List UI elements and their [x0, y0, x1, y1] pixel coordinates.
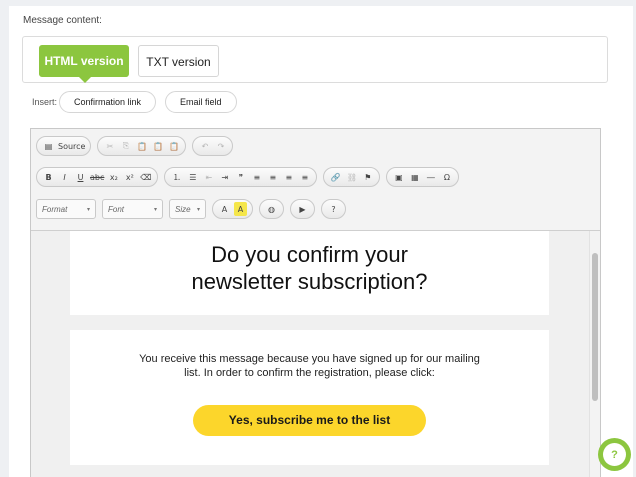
email-body-line-2: list. In order to confirm the registrati… — [184, 367, 435, 379]
paste-text-icon[interactable]: 📋 — [151, 139, 164, 153]
align-center-icon[interactable]: ≡ — [266, 170, 279, 184]
link-icon[interactable]: 🔗 — [329, 170, 342, 184]
align-right-icon[interactable]: ≡ — [282, 170, 295, 184]
chevron-down-icon: ▾ — [196, 206, 200, 213]
toolbar-row-1: ▤ Source ✂ ⎘ 📋 📋 📋 ↶ ↷ — [36, 136, 234, 156]
indent-icon[interactable]: ⇥ — [218, 170, 231, 184]
background-color-icon[interactable]: A — [234, 202, 247, 216]
outdent-icon[interactable]: ⇤ — [202, 170, 215, 184]
links-group: 🔗 ⛓ ⚑ — [323, 167, 381, 187]
underline-icon[interactable]: U — [74, 170, 87, 184]
editor-content[interactable]: Do you confirm your newsletter subscript… — [31, 231, 590, 477]
bold-icon[interactable]: B — [42, 170, 55, 184]
blockquote-icon[interactable]: ❞ — [234, 170, 247, 184]
horizontal-rule-icon[interactable]: ― — [424, 170, 437, 184]
format-label: Format — [42, 204, 68, 214]
special-char-icon[interactable]: Ω — [440, 170, 453, 184]
message-content-label: Message content: — [23, 15, 102, 26]
font-dropdown[interactable]: Font ▾ — [102, 199, 163, 219]
toolbar-row-3: Format ▾ Font ▾ Size ▾ A A ◍ ▶ ? — [36, 199, 346, 219]
insert-group: ▣ ▦ ― Ω — [386, 167, 460, 187]
format-dropdown[interactable]: Format ▾ — [36, 199, 96, 219]
insert-confirmation-link-button[interactable]: Confirmation link — [59, 91, 157, 113]
source-label: Source — [58, 141, 86, 151]
paste-icon[interactable]: 📋 — [135, 139, 148, 153]
help-button: ? — [321, 199, 346, 219]
youtube-icon[interactable]: ▶ — [296, 202, 309, 216]
source-icon: ▤ — [44, 141, 53, 151]
colors-group: A A — [212, 199, 253, 219]
table-icon[interactable]: ▦ — [408, 170, 421, 184]
undo-icon[interactable]: ↶ — [198, 139, 211, 153]
question-mark-icon: ? — [603, 443, 626, 466]
video-button: ▶ — [290, 199, 315, 219]
email-heading-line-2: newsletter subscription? — [191, 269, 428, 294]
toolbar-row-2: B I U abc x₂ x² ⌫ ⒈ ☰ ⇤ ⇥ ❞ ≡ ≡ ≡ ≡ 🔗 ⛓ … — [36, 167, 460, 187]
image-icon[interactable]: ▣ — [392, 170, 405, 184]
subscribe-cta-button[interactable]: Yes, subscribe me to the list — [193, 405, 426, 436]
tab-txt-version[interactable]: TXT version — [138, 45, 219, 77]
chevron-down-icon: ▾ — [86, 206, 90, 213]
anchor-flag-icon[interactable]: ⚑ — [361, 170, 374, 184]
font-label: Font — [108, 204, 125, 214]
size-label: Size — [175, 204, 191, 214]
insert-label: Insert: — [32, 97, 58, 107]
email-header-block: Do you confirm your newsletter subscript… — [70, 231, 549, 315]
ordered-list-icon[interactable]: ⒈ — [170, 170, 183, 184]
scrollbar-thumb[interactable] — [592, 253, 598, 401]
align-left-icon[interactable]: ≡ — [250, 170, 263, 184]
history-group: ↶ ↷ — [192, 136, 234, 156]
remove-format-icon[interactable]: ⌫ — [139, 170, 152, 184]
strikethrough-icon[interactable]: abc — [90, 170, 104, 184]
copy-icon[interactable]: ⎘ — [119, 139, 132, 153]
size-dropdown[interactable]: Size ▾ — [169, 199, 206, 219]
justify-icon[interactable]: ≡ — [298, 170, 311, 184]
email-heading: Do you confirm your newsletter subscript… — [70, 241, 549, 295]
paste-word-icon[interactable]: 📋 — [167, 139, 180, 153]
globe-icon[interactable]: ◍ — [265, 202, 278, 216]
help-widget-button[interactable]: ? — [598, 438, 631, 471]
cut-icon[interactable]: ✂ — [103, 139, 116, 153]
editor-scrollbar[interactable] — [589, 231, 600, 477]
help-icon[interactable]: ? — [327, 202, 340, 216]
paragraph-group: ⒈ ☰ ⇤ ⇥ ❞ ≡ ≡ ≡ ≡ — [164, 167, 318, 187]
source-button[interactable]: ▤ Source — [36, 136, 92, 156]
subscript-icon[interactable]: x₂ — [107, 170, 120, 184]
superscript-icon[interactable]: x² — [123, 170, 136, 184]
redo-icon[interactable]: ↷ — [214, 139, 227, 153]
rich-text-editor: ▤ Source ✂ ⎘ 📋 📋 📋 ↶ ↷ B I U abc x₂ x² ⌫… — [30, 128, 601, 477]
version-tabs: HTML version TXT version — [22, 36, 608, 83]
editor-toolbar: ▤ Source ✂ ⎘ 📋 📋 📋 ↶ ↷ B I U abc x₂ x² ⌫… — [31, 129, 600, 231]
basic-styles-group: B I U abc x₂ x² ⌫ — [36, 167, 159, 187]
chevron-down-icon: ▾ — [153, 206, 157, 213]
italic-icon[interactable]: I — [58, 170, 71, 184]
email-heading-line-1: Do you confirm your — [211, 242, 408, 267]
clipboard-group: ✂ ⎘ 📋 📋 📋 — [97, 136, 187, 156]
email-body-line-1: You receive this message because you hav… — [139, 353, 480, 365]
insert-email-field-button[interactable]: Email field — [165, 91, 237, 113]
email-body-text: You receive this message because you hav… — [70, 352, 549, 380]
bullet-list-icon[interactable]: ☰ — [186, 170, 199, 184]
unlink-icon[interactable]: ⛓ — [345, 170, 358, 184]
tab-html-version[interactable]: HTML version — [39, 45, 129, 83]
text-color-icon[interactable]: A — [218, 202, 231, 216]
globe-button: ◍ — [259, 199, 284, 219]
email-body-block: You receive this message because you hav… — [70, 330, 549, 465]
